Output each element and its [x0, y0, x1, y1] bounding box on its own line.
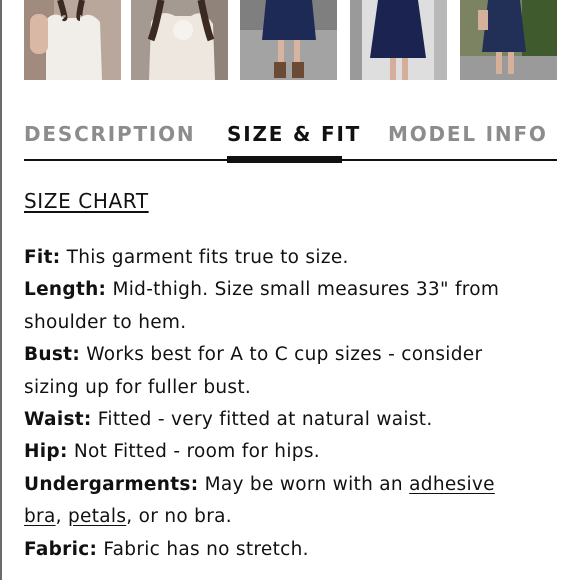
- detail-bust-continued: sizing up for fuller bust.: [24, 376, 252, 398]
- detail-undergarments: Undergarments: May be worn with an adhes…: [24, 469, 554, 501]
- thumbnail-white-dress-1[interactable]: [24, 0, 121, 80]
- thumbnail-navy-dress-boots[interactable]: [240, 0, 337, 80]
- petals-link[interactable]: petals: [68, 506, 126, 527]
- detail-label: Waist:: [24, 409, 92, 431]
- tab-model-info[interactable]: MODEL INFO: [388, 122, 548, 146]
- detail-waist: Waist: Fitted - very fitted at natural w…: [24, 404, 554, 436]
- size-chart-link[interactable]: SIZE CHART: [24, 189, 149, 213]
- detail-value: Fabric has no stretch.: [97, 538, 309, 560]
- thumbnail-navy-dress-outdoor[interactable]: [460, 0, 557, 80]
- detail-fabric: Fabric: Fabric has no stretch.: [24, 534, 554, 566]
- detail-value: May be worn with an: [198, 473, 410, 495]
- detail-label: Fabric:: [24, 538, 98, 560]
- thumbnail-image: [350, 0, 447, 80]
- detail-fit: Fit: This garment fits true to size.: [24, 242, 554, 274]
- detail-label: Fit:: [24, 247, 61, 268]
- thumbnail-image: [131, 0, 228, 80]
- detail-bust: Bust: Works best for A to C cup sizes - …: [24, 339, 554, 371]
- adhesive-bra-link-part2[interactable]: bra: [24, 506, 56, 527]
- detail-length-continued: shoulder to hem.: [24, 311, 187, 333]
- thumbnail-image: [240, 0, 337, 80]
- detail-label: Undergarments:: [24, 473, 199, 495]
- separator-text: ,: [55, 506, 68, 528]
- adhesive-link-part1[interactable]: adhesive: [409, 474, 495, 495]
- tab-bar: DESCRIPTION SIZE & FIT MODEL INFO: [24, 112, 557, 164]
- detail-value-tail: , or no bra.: [126, 506, 232, 528]
- thumbnail-navy-dress-mirror[interactable]: [350, 0, 447, 80]
- detail-value: Not Fitted - room for hips.: [67, 441, 320, 463]
- detail-value: This garment fits true to size.: [60, 247, 349, 268]
- detail-undergarments-continued: bra, petals, or no bra.: [24, 501, 554, 533]
- detail-label: Bust:: [24, 344, 81, 366]
- tab-description[interactable]: DESCRIPTION: [24, 122, 195, 146]
- thumbnail-image: [24, 0, 121, 80]
- thumbnail-strip: [0, 0, 580, 82]
- left-border: [0, 0, 2, 580]
- detail-value: Mid-thigh. Size small measures 33" from: [106, 279, 500, 301]
- tab-size-fit[interactable]: SIZE & FIT: [227, 122, 361, 146]
- detail-hip: Hip: Not Fitted - room for hips.: [24, 436, 554, 468]
- detail-value: Works best for A to C cup sizes - consid…: [80, 344, 483, 366]
- thumbnail-white-dress-2[interactable]: [131, 0, 228, 80]
- active-tab-indicator: [227, 156, 342, 163]
- detail-label: Hip:: [24, 441, 68, 463]
- detail-length: Length: Mid-thigh. Size small measures 3…: [24, 274, 554, 306]
- fit-details: Fit: This garment fits true to size. Len…: [24, 242, 554, 566]
- thumbnail-image: [460, 0, 557, 80]
- detail-value: Fitted - very fitted at natural waist.: [91, 409, 433, 431]
- detail-label: Length:: [24, 279, 107, 301]
